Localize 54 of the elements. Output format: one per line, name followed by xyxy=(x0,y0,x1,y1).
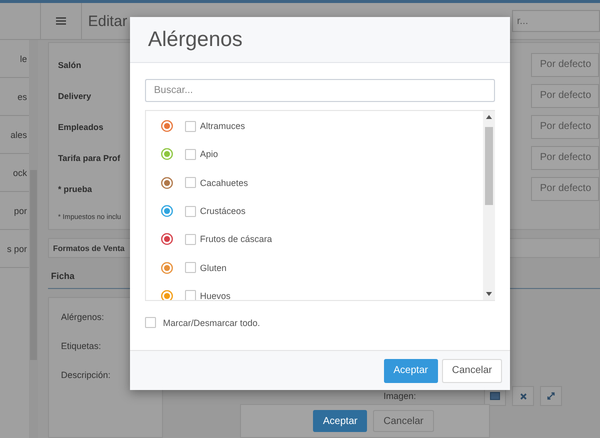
search-field[interactable]: r... xyxy=(512,10,600,32)
scrollbar[interactable] xyxy=(483,111,495,300)
field-label: Descripción: xyxy=(61,370,112,380)
scroll-down-icon[interactable] xyxy=(486,292,492,296)
field-label: Alérgenos: xyxy=(61,312,106,322)
checkbox[interactable] xyxy=(185,148,196,160)
remove-button[interactable] xyxy=(512,386,534,406)
sidebar-item[interactable]: ock xyxy=(12,168,27,178)
search-field[interactable]: Buscar... xyxy=(145,79,495,102)
checkbox[interactable] xyxy=(185,290,196,300)
cancel-button[interactable]: Cancelar xyxy=(442,358,502,382)
dialog-title: Alérgenos xyxy=(148,28,243,52)
checkbox[interactable] xyxy=(185,206,196,217)
price-label: Delivery xyxy=(58,90,92,100)
sidebar-item[interactable]: s por xyxy=(6,244,27,254)
checkbox[interactable] xyxy=(185,120,196,132)
expand-button[interactable] xyxy=(540,386,562,406)
price-label: Tarifa para Prof xyxy=(58,152,120,162)
checkbox[interactable] xyxy=(185,262,196,274)
allergen-label: Crustáceos xyxy=(200,206,246,216)
cancel-button[interactable]: Cancelar xyxy=(373,410,434,432)
price-field[interactable]: Por defecto xyxy=(531,176,599,200)
field-label: Etiquetas: xyxy=(61,341,102,351)
checkbox[interactable] xyxy=(145,317,156,328)
accept-button[interactable]: Aceptar xyxy=(384,358,438,382)
close-icon xyxy=(520,392,526,400)
checkbox[interactable] xyxy=(185,234,196,245)
price-field[interactable]: Por defecto xyxy=(531,84,599,108)
allergen-label: Cacahuetes xyxy=(200,178,248,188)
price-label: * prueba xyxy=(58,184,92,194)
allergen-label: Altramuces xyxy=(200,121,246,132)
allergen-label: Frutos de cáscara xyxy=(200,234,272,244)
sidebar-item[interactable]: es xyxy=(17,92,27,102)
tab[interactable]: Ficha xyxy=(48,266,79,288)
sidebar-item[interactable]: por xyxy=(14,206,27,216)
price-label: Empleados xyxy=(58,122,104,132)
sidebar-item[interactable]: ales xyxy=(10,130,27,140)
image-label: Imagen: xyxy=(383,391,416,401)
allergen-label: Gluten xyxy=(200,262,227,273)
price-label: Salón xyxy=(58,60,82,70)
sidebar-item[interactable]: le xyxy=(20,54,27,64)
menu-icon[interactable] xyxy=(56,17,66,25)
expand-icon xyxy=(547,392,555,400)
select-all-label: Marcar/Desmarcar todo. xyxy=(163,318,260,328)
image-icon xyxy=(490,392,500,400)
price-field[interactable]: Por defecto xyxy=(531,146,599,170)
checkbox[interactable] xyxy=(185,177,196,188)
price-field[interactable]: Por defecto xyxy=(531,52,599,76)
page-title: Editar xyxy=(88,12,128,30)
allergen-label: Apio xyxy=(200,149,218,160)
price-field[interactable]: Por defecto xyxy=(531,114,599,138)
accept-button[interactable]: Aceptar xyxy=(313,410,368,432)
scroll-up-icon[interactable] xyxy=(486,115,492,119)
allergen-label: Huevos xyxy=(200,290,231,300)
